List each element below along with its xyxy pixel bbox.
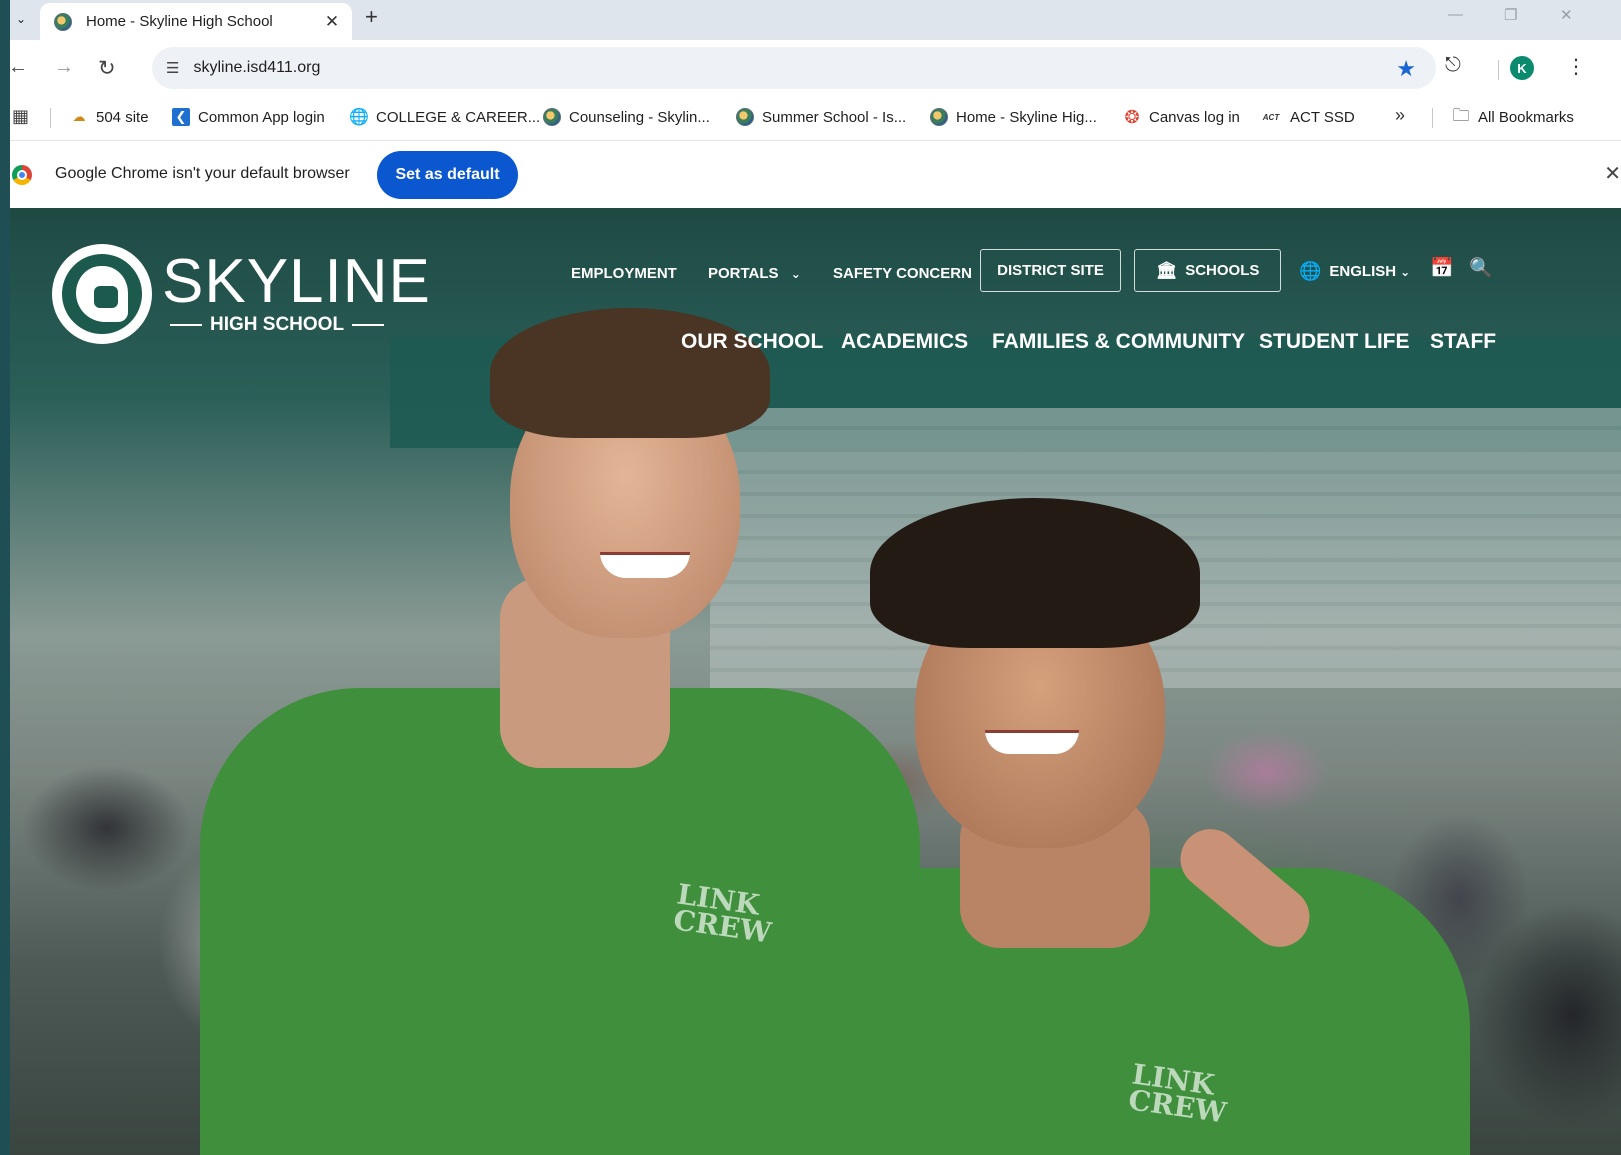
- bookmark-label: Summer School - Is...: [762, 108, 907, 126]
- bookmarks-overflow-button[interactable]: »: [1395, 105, 1405, 126]
- spartan-seal-icon: [52, 244, 152, 344]
- nav-safety-concern[interactable]: SAFETY CONCERN: [833, 265, 972, 282]
- profile-avatar[interactable]: K: [1510, 56, 1534, 80]
- nav-portals[interactable]: PORTALS ⌄: [708, 265, 801, 282]
- back-arrow-icon[interactable]: ←: [10, 56, 28, 79]
- new-tab-button[interactable]: +: [365, 4, 378, 30]
- nav-academics[interactable]: ACADEMICS: [841, 330, 968, 354]
- globe-icon: 🌐: [1299, 261, 1322, 281]
- tab-search-chevron-icon[interactable]: ⌄: [10, 8, 32, 30]
- folder-icon: 🗀: [1452, 105, 1470, 125]
- act-icon: ACT: [1262, 112, 1280, 122]
- infobar-message: Google Chrome isn't your default browser: [55, 165, 350, 182]
- common-app-icon: ❮: [172, 108, 190, 126]
- url-text[interactable]: skyline.isd411.org: [193, 59, 320, 77]
- cloud-icon: ☁: [72, 109, 86, 124]
- close-window-icon[interactable]: ✕: [1560, 6, 1573, 24]
- default-browser-infobar: Google Chrome isn't your default browser…: [10, 140, 1621, 208]
- bookmark-counseling[interactable]: Counseling - Skylin...: [543, 108, 710, 126]
- chevron-down-icon: ⌄: [1400, 264, 1411, 279]
- language-label: ENGLISH: [1329, 263, 1397, 280]
- shirt-logo-text-2: LINK CREW: [1126, 1057, 1229, 1130]
- school-building-icon: 🏛: [1155, 260, 1178, 280]
- chevron-down-icon: ⌄: [790, 267, 801, 281]
- bookmark-act-ssd[interactable]: ACT ACT SSD: [1260, 108, 1355, 126]
- shirt-logo-text: LINK CREW: [671, 877, 774, 950]
- nav-families-community[interactable]: FAMILIES & COMMUNITY: [992, 330, 1245, 354]
- browser-window: ⌄ Home - Skyline High School ✕ + — ❐ ✕ ←…: [10, 0, 1621, 1155]
- bookmark-common-app[interactable]: ❮ Common App login: [172, 108, 325, 126]
- close-tab-icon[interactable]: ✕: [322, 12, 342, 32]
- minimize-icon[interactable]: —: [1448, 6, 1463, 23]
- reload-icon[interactable]: ↻: [98, 56, 116, 81]
- bookmark-star-icon[interactable]: ★: [1396, 56, 1416, 82]
- language-selector[interactable]: 🌐 ENGLISH ⌄: [1299, 261, 1410, 282]
- school-favicon-icon: [930, 108, 948, 126]
- nav-staff[interactable]: STAFF: [1430, 330, 1496, 354]
- tab-title: Home - Skyline High School: [86, 13, 273, 30]
- bookmark-label: Counseling - Skylin...: [569, 108, 710, 126]
- bookmark-label: Canvas log in: [1149, 108, 1240, 126]
- site-info-icon[interactable]: ☰: [166, 59, 179, 77]
- logo-subtitle: HIGH SCHOOL: [162, 314, 431, 336]
- district-site-button[interactable]: DISTRICT SITE: [980, 249, 1121, 292]
- chrome-logo-icon: [12, 165, 32, 185]
- search-icon[interactable]: 🔍: [1469, 256, 1493, 280]
- apps-grid-icon[interactable]: ▦: [12, 106, 29, 127]
- browser-toolbar: ← → ↻ ☰ skyline.isd411.org ★ ⎋ K ⋮: [10, 40, 1621, 96]
- school-logo[interactable]: SKYLINE HIGH SCHOOL: [52, 244, 431, 344]
- bookmark-label: COLLEGE & CAREER...: [376, 108, 541, 126]
- nav-employment[interactable]: EMPLOYMENT: [571, 265, 677, 282]
- forward-arrow-icon[interactable]: →: [54, 56, 74, 79]
- all-bookmarks-button[interactable]: 🗀 All Bookmarks: [1452, 105, 1574, 126]
- school-favicon-icon: [54, 12, 72, 31]
- infobar-close-icon[interactable]: ✕: [1604, 161, 1621, 186]
- extensions-puzzle-icon[interactable]: ⎋: [1445, 54, 1461, 77]
- all-bookmarks-label: All Bookmarks: [1478, 108, 1574, 126]
- school-favicon-icon: [543, 108, 561, 126]
- restore-icon[interactable]: ❐: [1504, 6, 1517, 24]
- logo-name: SKYLINE: [162, 247, 431, 316]
- bookmark-summer-school[interactable]: Summer School - Is...: [736, 108, 906, 126]
- bookmark-home-skyline[interactable]: Home - Skyline Hig...: [930, 108, 1097, 126]
- bookmark-college-career[interactable]: 🌐 COLLEGE & CAREER...: [349, 108, 541, 127]
- schools-button[interactable]: 🏛 SCHOOLS: [1134, 249, 1281, 292]
- bookmark-label: Common App login: [198, 108, 325, 126]
- globe-icon: 🌐: [349, 109, 369, 126]
- menu-kebab-icon[interactable]: ⋮: [1566, 54, 1586, 79]
- schools-label: SCHOOLS: [1185, 262, 1260, 279]
- tab-strip: ⌄ Home - Skyline High School ✕ + — ❐ ✕: [10, 0, 1621, 40]
- bookmarks-bar: ▦ ☁ 504 site ❮ Common App login 🌐 COLLEG…: [10, 96, 1621, 140]
- nav-our-school[interactable]: OUR SCHOOL: [681, 330, 823, 354]
- set-as-default-button[interactable]: Set as default: [377, 151, 518, 199]
- bookmark-504-site[interactable]: ☁ 504 site: [70, 108, 149, 126]
- bookmark-label: ACT SSD: [1290, 108, 1355, 126]
- bookmarks-divider: [50, 108, 51, 128]
- nav-student-life[interactable]: STUDENT LIFE: [1259, 330, 1410, 354]
- bookmark-label: 504 site: [96, 108, 149, 126]
- calendar-icon[interactable]: 📅: [1430, 256, 1454, 280]
- bookmark-label: Home - Skyline Hig...: [956, 108, 1097, 126]
- web-page: LINK CREW LINK CREW SKYLINE HIGH SCHOOL …: [10, 208, 1621, 1155]
- canvas-icon: ❂: [1124, 106, 1140, 127]
- address-bar[interactable]: ☰ skyline.isd411.org ★: [152, 47, 1436, 89]
- bookmarks-divider: [1432, 108, 1433, 128]
- browser-tab[interactable]: Home - Skyline High School ✕: [40, 3, 352, 40]
- school-favicon-icon: [736, 108, 754, 126]
- toolbar-divider: [1498, 60, 1499, 80]
- bookmark-canvas[interactable]: ❂ Canvas log in: [1123, 106, 1240, 127]
- nav-portals-label: PORTALS: [708, 265, 779, 282]
